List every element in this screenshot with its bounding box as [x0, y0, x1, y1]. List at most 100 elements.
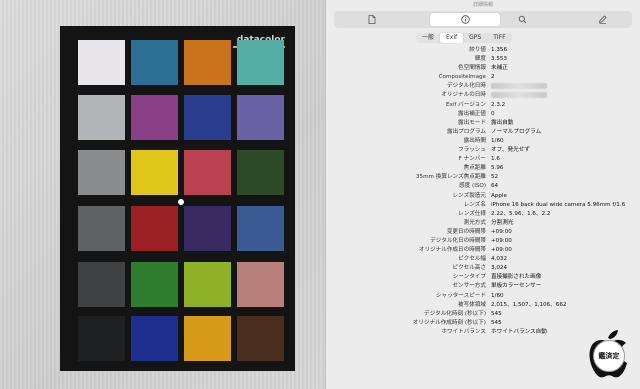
appraisal-badge: 鑑済定 [593, 340, 625, 372]
color-patch [131, 95, 178, 140]
search-icon[interactable] [502, 13, 542, 26]
color-patch [78, 206, 125, 251]
color-checker-board: datacolor [60, 26, 295, 371]
exif-value: 直接撮影された画像 [491, 274, 542, 281]
redacted-value [491, 91, 547, 98]
color-patch [237, 150, 284, 195]
exif-label: デジタル化日の時間帯 [430, 237, 486, 244]
exif-value: 1.6 [491, 156, 500, 163]
exif-row: 焦点距離 5.96 [326, 164, 640, 173]
exif-row: 色空間情報 未補正 [326, 64, 640, 73]
exif-value: 2.3.2 [491, 101, 506, 108]
exif-label: デジタル化時刻 (秒以下) [424, 310, 486, 317]
exif-table: 絞り値 1.356 輝度 3.553 色空間情報 未補正 CompositeImage 2 デジ… [326, 46, 640, 337]
exif-row: 露出プログラム ノーマルプログラム [326, 128, 640, 137]
segment-control: 一般 Exif GPS TIFF [416, 33, 512, 43]
exif-label: デジタル化日時 [446, 83, 486, 90]
exif-value: ホワイトバランス自動 [491, 328, 547, 335]
exif-value: 1.356 [491, 47, 508, 53]
exif-label: 色空間情報 [458, 65, 486, 72]
exif-row: センサー方式 単板カラーセンサー [326, 282, 640, 291]
exif-label: 露出プログラム [447, 128, 486, 135]
pencil-icon[interactable] [582, 13, 622, 26]
exif-row: 35mm 換算レンズ焦点距離 52 [326, 173, 640, 182]
exif-row: F ナンバー 1.6 [326, 155, 640, 164]
exif-label: 変更日の時間帯 [446, 228, 486, 235]
color-patch [184, 262, 231, 307]
exif-value: +09:00 [491, 237, 512, 244]
color-patch [78, 262, 125, 307]
exif-value: 545 [491, 310, 502, 317]
inspector-toolbar [334, 11, 632, 28]
color-patch [78, 40, 125, 85]
exif-row: 被写体領域 2,015、1,507、1,106、662 [326, 301, 640, 310]
exif-value: 5.96 [491, 165, 504, 172]
exif-label: 輝度 [474, 56, 486, 63]
exif-value: 2 [491, 74, 495, 81]
info-icon[interactable] [430, 13, 500, 26]
exif-row: CompositeImage 2 [326, 73, 640, 82]
exif-row: 測光方式 分割測光 [326, 219, 640, 228]
tab-gps[interactable]: GPS [463, 33, 487, 43]
exif-label: レンズ名 [463, 201, 486, 208]
color-patch [237, 206, 284, 251]
color-patch [78, 316, 125, 361]
exif-label: 露出時間 [463, 137, 486, 144]
exif-value: 0 [491, 110, 495, 117]
exif-value [491, 82, 547, 91]
exif-value: 2,015、1,507、1,106、662 [491, 301, 567, 308]
exif-label: 測光方式 [463, 219, 486, 226]
exif-value: iPhone 16 back dual wide camera 5.96mm f… [491, 201, 626, 208]
tab-tiff[interactable]: TIFF [487, 33, 511, 43]
color-patch [237, 40, 284, 85]
color-patch [237, 95, 284, 140]
color-patch [131, 206, 178, 251]
exif-row: 露出モード 露出自動 [326, 119, 640, 128]
window-title: 詳細情報 [472, 2, 493, 8]
exif-value: 分割測光 [491, 219, 514, 226]
exif-value: 4,032 [491, 256, 508, 263]
exif-label: 露出補正値 [458, 110, 486, 117]
exif-label: シーンタイプ [452, 274, 486, 281]
exif-row: シャッタースピード 1/60 [326, 292, 640, 301]
exif-label: オリジナル作成時刻 (秒以下) [412, 319, 486, 326]
exif-label: 被写体領域 [458, 301, 486, 308]
exif-row: 変更日の時間帯 +09:00 [326, 228, 640, 237]
exif-value: 1/60 [491, 292, 504, 299]
exif-label: ピクセル幅 [458, 256, 486, 263]
document-icon[interactable] [352, 13, 392, 26]
color-patch [131, 40, 178, 85]
exif-label: フラッシュ [458, 147, 486, 154]
exif-label: 露出モード [458, 119, 486, 126]
exif-label: レンズ製造元 [452, 192, 486, 199]
exif-value [491, 91, 547, 100]
exif-label: 焦点距離 [463, 165, 486, 172]
exif-value: 3.553 [491, 56, 508, 63]
tab-exif[interactable]: Exif [440, 33, 464, 43]
logo-dot [176, 197, 186, 207]
exif-value: 2.22、5.96、1.6、2.2 [491, 210, 551, 217]
exif-row: 絞り値 1.356 [326, 46, 640, 55]
tab-general[interactable]: 一般 [416, 33, 440, 43]
exif-row: シーンタイプ 直接撮影された画像 [326, 273, 640, 282]
exif-label: 感度 (ISO) [459, 183, 486, 190]
exif-label: ホワイトバランス [441, 328, 486, 335]
exif-value: 64 [491, 183, 499, 190]
exif-row: レンズ仕様 2.22、5.96、1.6、2.2 [326, 210, 640, 219]
color-patch [131, 262, 178, 307]
exif-value: 露出自動 [491, 119, 514, 126]
exif-row: 露出補正値 0 [326, 110, 640, 119]
exif-row: レンズ製造元 Apple [326, 192, 640, 201]
exif-value: 3,024 [491, 265, 508, 272]
color-patch [131, 150, 178, 195]
exif-label: 35mm 換算レンズ焦点距離 [415, 174, 486, 181]
color-patch [184, 206, 231, 251]
color-patch [78, 95, 125, 140]
exif-value: 未補正 [491, 65, 508, 72]
color-patch [78, 150, 125, 195]
exif-row: 感度 (ISO) 64 [326, 182, 640, 191]
exif-row: ピクセル高さ 3,024 [326, 264, 640, 273]
exif-row: デジタル化日の時間帯 +09:00 [326, 237, 640, 246]
exif-row: オリジナルの日時 [326, 91, 640, 100]
color-patch [184, 316, 231, 361]
